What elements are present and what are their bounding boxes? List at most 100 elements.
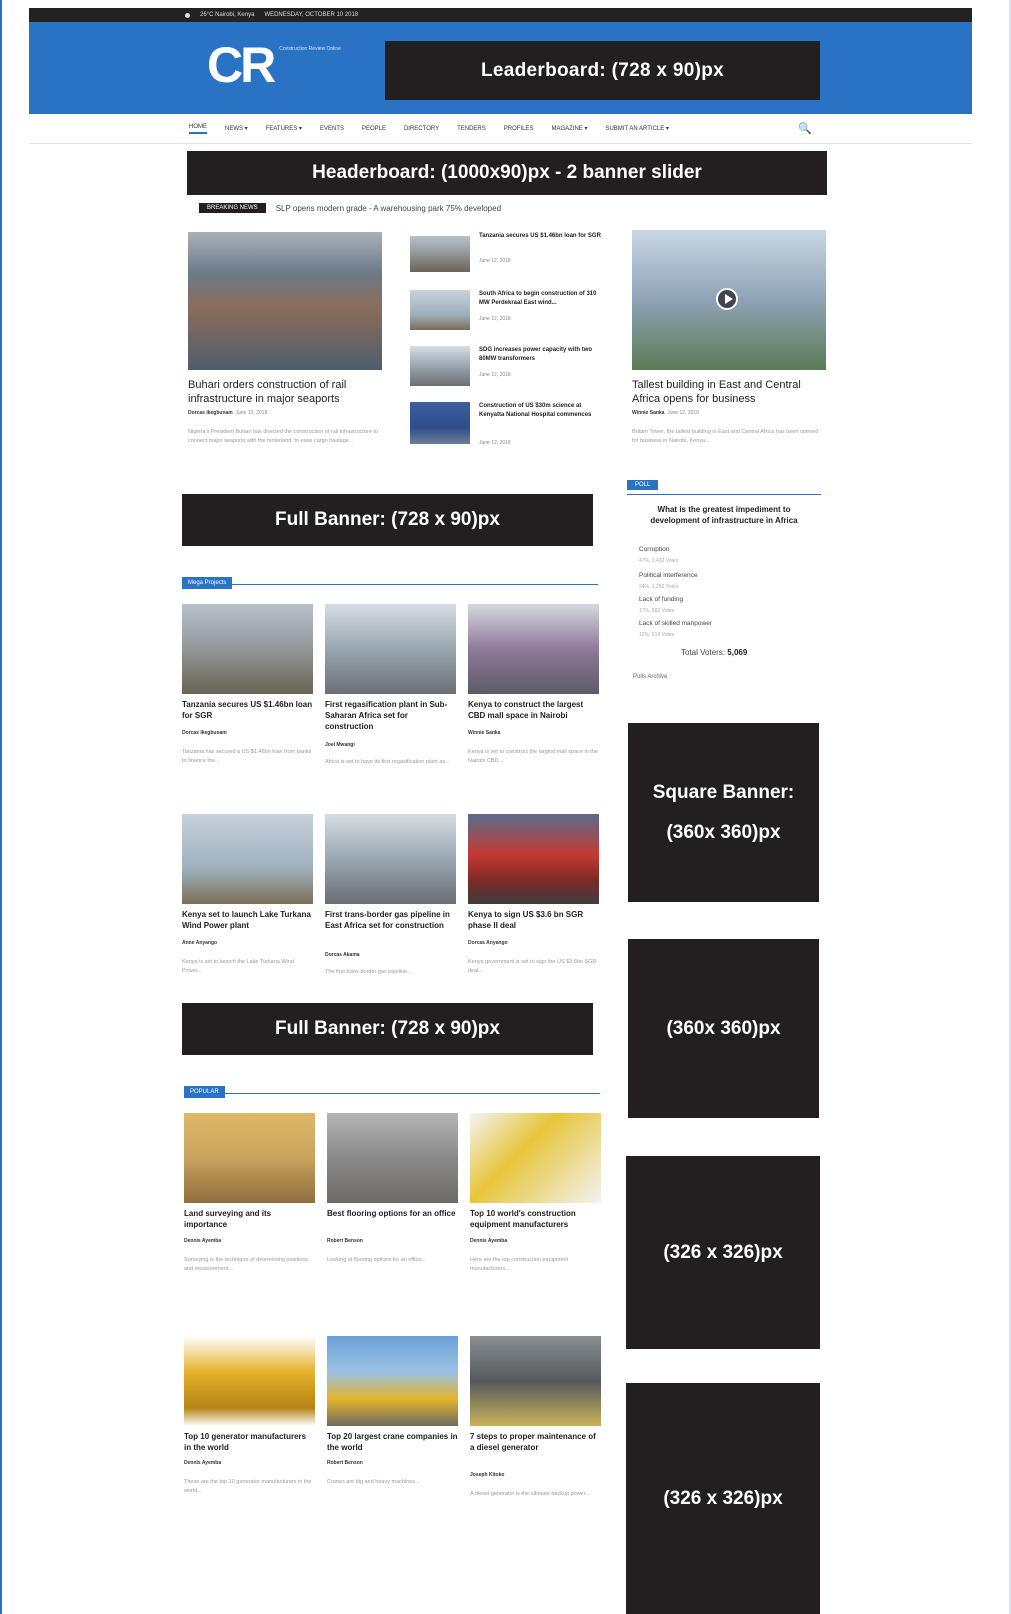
- square-banner-ad[interactable]: (360x 360)px: [628, 939, 819, 1118]
- mid-item-title[interactable]: South Africa to begin construction of 31…: [479, 290, 603, 308]
- poll-option[interactable]: Political interference: [639, 572, 698, 579]
- project-card-image[interactable]: [182, 604, 313, 694]
- project-card-image[interactable]: [468, 604, 599, 694]
- project-card-title[interactable]: Kenya set to launch Lake Turkana Wind Po…: [182, 909, 313, 931]
- featured-left-title[interactable]: Buhari orders construction of rail infra…: [188, 378, 382, 406]
- mid-item-title[interactable]: Tanzania secures US $1.46bn loan for SGR: [479, 232, 603, 241]
- popular-card-image[interactable]: [184, 1336, 315, 1426]
- popular-card-image[interactable]: [184, 1113, 315, 1203]
- popular-card-author: Joseph Kitoko: [470, 1472, 504, 1478]
- popular-card-image[interactable]: [470, 1336, 601, 1426]
- poll-option[interactable]: Lack of funding: [639, 596, 683, 603]
- popular-card-title[interactable]: Top 10 world's construction equipment ma…: [470, 1208, 601, 1230]
- popular-card-title[interactable]: Land surveying and its importance: [184, 1208, 315, 1230]
- nav-item-people[interactable]: PEOPLE: [362, 126, 386, 132]
- full-banner-ad[interactable]: Full Banner: (728 x 90)px: [182, 494, 593, 546]
- author-link[interactable]: Dorcas Akama: [325, 952, 360, 958]
- poll-option-result: 12%, 614 Votes: [639, 632, 675, 638]
- site-logo[interactable]: CR Construction Review Online: [207, 40, 341, 90]
- author-link[interactable]: Dennis Ayemba: [184, 1238, 221, 1244]
- author-link[interactable]: Robert Benson: [327, 1460, 363, 1466]
- nav-item-news[interactable]: NEWS ▾: [225, 125, 248, 132]
- project-card-image[interactable]: [325, 604, 456, 694]
- author-link[interactable]: Dennis Ayemba: [184, 1460, 221, 1466]
- logo-mark: CR: [207, 37, 276, 93]
- nav-item-submit-article[interactable]: SUBMIT AN ARTICLE ▾: [605, 125, 668, 132]
- popular-card-title[interactable]: 7 steps to proper maintenance of a diese…: [470, 1431, 601, 1453]
- square-banner-label: Square Banner:: [652, 781, 795, 803]
- nav-item-directory[interactable]: DIRECTORY: [404, 126, 439, 132]
- poll-option[interactable]: Lack of skilled manpower: [639, 620, 712, 627]
- square-banner-size: (360x 360)px: [666, 821, 781, 843]
- popular-card-image[interactable]: [327, 1113, 458, 1203]
- nav-item-events[interactable]: EVENTS: [320, 126, 344, 132]
- search-icon[interactable]: 🔍: [798, 122, 812, 135]
- project-card-title[interactable]: Kenya to sign US $3.6 bn SGR phase II de…: [468, 909, 599, 931]
- project-card-title[interactable]: First trans-border gas pipeline in East …: [325, 909, 456, 931]
- project-card-author: Joel Mwangi: [325, 742, 355, 748]
- popular-card-image[interactable]: [470, 1113, 601, 1203]
- author-link[interactable]: Dorcas Anyango: [468, 940, 508, 946]
- author-link[interactable]: Winnie Sanka: [468, 730, 500, 736]
- poll-option[interactable]: Corruption: [639, 546, 669, 553]
- author-link[interactable]: Robert Benson: [327, 1238, 363, 1244]
- author-link[interactable]: Anne Anyango: [182, 940, 217, 946]
- popular-card-title[interactable]: Top 10 generator manufacturers in the wo…: [184, 1431, 315, 1453]
- popular-card-author: Dennis Ayemba: [470, 1238, 507, 1244]
- leaderboard-banner[interactable]: Leaderboard: (728 x 90)px: [385, 41, 820, 100]
- featured-right-meta: Winnie Sanka June 12, 2018: [632, 410, 699, 416]
- author-link[interactable]: Dennis Ayemba: [470, 1238, 507, 1244]
- square-banner-ad[interactable]: Square Banner: (360x 360)px: [628, 723, 819, 902]
- featured-right-title[interactable]: Tallest building in East and Central Afr…: [632, 378, 826, 406]
- nav-item-features[interactable]: FEATURES ▾: [266, 125, 302, 132]
- project-card-title[interactable]: Kenya to construct the largest CBD mall …: [468, 699, 599, 721]
- nav-item-home[interactable]: HOME: [189, 124, 207, 134]
- featured-left-author[interactable]: Dorcas Ikegbunam: [188, 410, 233, 416]
- project-card-author: Anne Anyango: [182, 940, 217, 946]
- project-card-excerpt: Kenya is set to construct the largest ma…: [468, 749, 598, 764]
- project-card-title[interactable]: First regasification plant in Sub-Sahara…: [325, 699, 456, 732]
- author-link[interactable]: Joel Mwangi: [325, 742, 355, 748]
- mid-item-image[interactable]: [410, 290, 470, 330]
- ticker-headline[interactable]: SLP opens modern grade - A warehousing p…: [276, 204, 501, 213]
- project-card-image[interactable]: [325, 814, 456, 904]
- popular-card-author: Robert Benson: [327, 1238, 363, 1244]
- nav-item-profiles[interactable]: PROFILES: [504, 126, 534, 132]
- mid-item-date: June 12, 2018: [479, 372, 511, 378]
- poll-widget: POLL What is the greatest impediment to …: [627, 480, 821, 690]
- mid-item-title[interactable]: Construction of US $30m science at Kenya…: [479, 402, 603, 420]
- project-card-image[interactable]: [468, 814, 599, 904]
- mid-item-date: June 12, 2018: [479, 316, 511, 322]
- square-banner-ad[interactable]: (326 x 326)px: [626, 1156, 820, 1349]
- nav-item-tenders[interactable]: TENDERS: [457, 126, 486, 132]
- play-icon[interactable]: [716, 288, 738, 310]
- section-label[interactable]: Mega Projects: [182, 577, 233, 589]
- author-link[interactable]: Joseph Kitoko: [470, 1472, 504, 1478]
- featured-left-date: June 13, 2018: [235, 410, 268, 416]
- featured-left-image[interactable]: [188, 232, 382, 370]
- nav-item-magazine[interactable]: MAGAZINE ▾: [551, 125, 587, 132]
- popular-card-excerpt: Looking at flooring options for an offic…: [327, 1257, 426, 1263]
- project-card-title[interactable]: Tanzania secures US $1.46bn loan for SGR: [182, 699, 313, 721]
- popular-card-image[interactable]: [327, 1336, 458, 1426]
- square-banner-ad[interactable]: (326 x 326)px: [626, 1383, 820, 1614]
- mid-item-title[interactable]: SDG increases power capacity with two 80…: [479, 346, 603, 364]
- featured-right-author[interactable]: Winnie Sanka: [632, 410, 664, 416]
- project-card-author: Dorcas Akama: [325, 952, 360, 958]
- project-card-excerpt: The first trans-border gas pipeline...: [325, 969, 412, 975]
- mid-item-image[interactable]: [410, 346, 470, 386]
- project-card-image[interactable]: [182, 814, 313, 904]
- author-link[interactable]: Dorcas Ikegbunam: [182, 730, 227, 736]
- popular-card-title[interactable]: Top 20 largest crane companies in the wo…: [327, 1431, 458, 1453]
- popular-card-excerpt: Surveying is the technique of determinin…: [184, 1257, 309, 1272]
- full-banner-ad[interactable]: Full Banner: (728 x 90)px: [182, 1003, 593, 1055]
- mid-item-image[interactable]: [410, 402, 470, 444]
- poll-archive-link[interactable]: Polls Archive: [633, 674, 667, 680]
- section-label[interactable]: POPULAR: [184, 1086, 225, 1098]
- popular-card-excerpt: A diesel generator is the ultimate backu…: [470, 1491, 590, 1497]
- headerboard-banner[interactable]: Headerboard: (1000x90)px - 2 banner slid…: [187, 151, 827, 195]
- mid-item-image[interactable]: [410, 236, 470, 272]
- poll-question: What is the greatest impediment to devel…: [650, 505, 798, 525]
- popular-card-title[interactable]: Best flooring options for an office: [327, 1208, 458, 1219]
- featured-right-date: June 12, 2018: [667, 410, 699, 416]
